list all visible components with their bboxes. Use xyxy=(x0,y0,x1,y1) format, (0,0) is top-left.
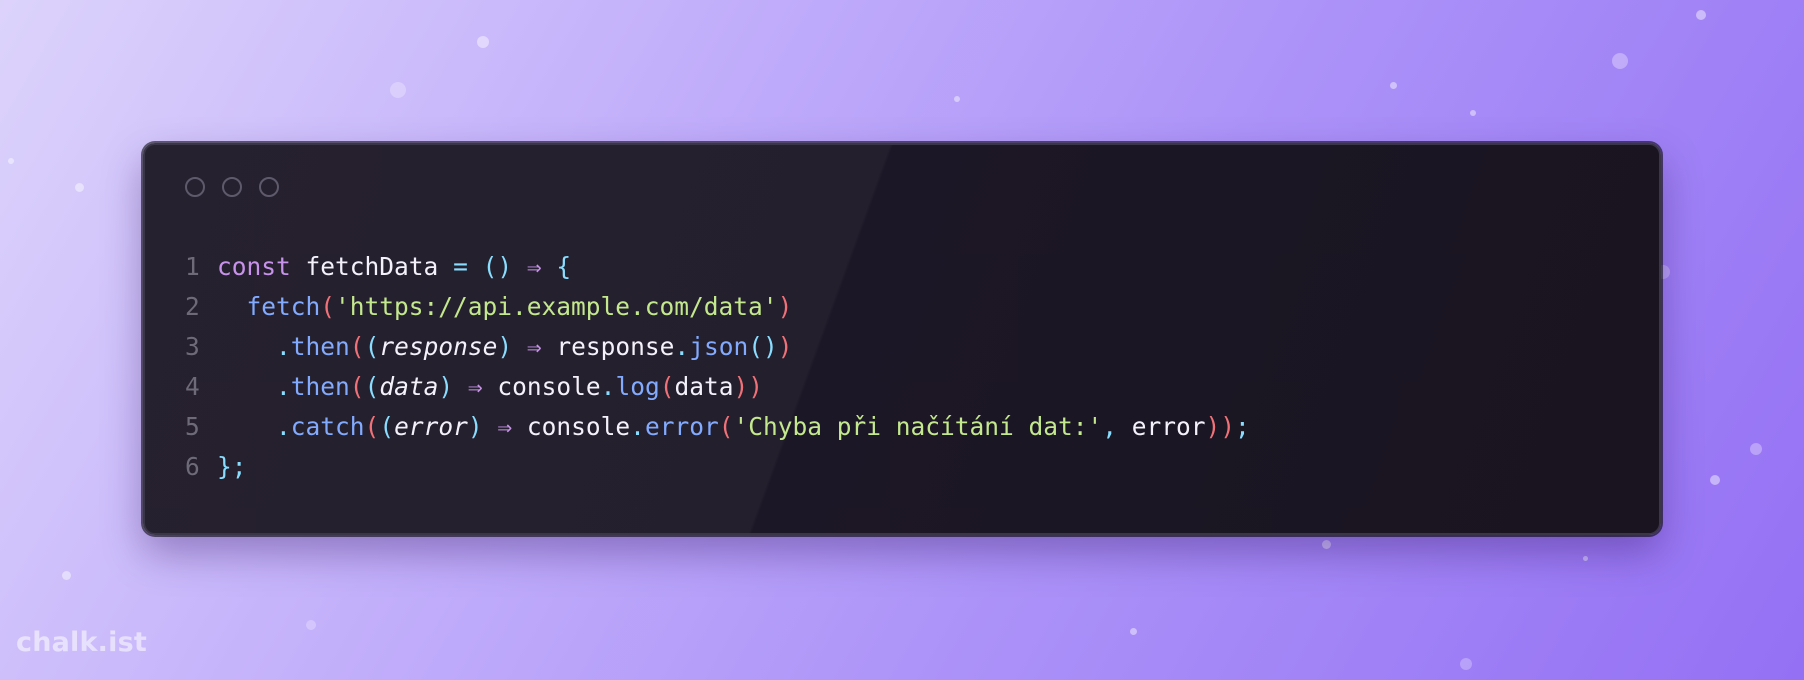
line-number: 1 xyxy=(185,252,200,281)
code-text: .catch((error) ⇒ console.error('Chyba př… xyxy=(215,407,1250,447)
code-token: error xyxy=(394,412,468,441)
code-token: ( xyxy=(364,372,380,401)
code-block[interactable]: 1 const fetchData = () ⇒ {2 fetch('https:… xyxy=(185,247,1250,487)
code-token: () xyxy=(748,332,778,361)
code-token: response xyxy=(556,332,675,361)
code-token: error xyxy=(644,412,719,441)
code-token: . xyxy=(630,412,645,441)
code-window: 1 const fetchData = () ⇒ {2 fetch('https:… xyxy=(143,143,1661,535)
code-token: const xyxy=(217,252,291,281)
code-token: fetchData xyxy=(305,252,439,281)
code-token: catch xyxy=(290,412,365,441)
code-token: data xyxy=(674,372,734,401)
code-token: then xyxy=(290,332,350,361)
line-number: 2 xyxy=(185,292,200,321)
code-token: . xyxy=(276,412,291,441)
code-token: ( xyxy=(379,412,395,441)
code-token: ( xyxy=(659,372,675,401)
code-token: ( xyxy=(320,292,336,321)
code-token: ⇒ xyxy=(526,252,542,281)
code-token: ) xyxy=(777,292,793,321)
code-line: 6}; xyxy=(185,447,1250,487)
code-token: then xyxy=(290,372,350,401)
code-token: log xyxy=(615,372,660,401)
code-line: 4 .then((data) ⇒ console.log(data)) xyxy=(185,367,1250,407)
code-token: fetch xyxy=(246,292,321,321)
code-token: , xyxy=(1102,412,1117,441)
code-token: )) xyxy=(1205,412,1236,441)
code-token: ) xyxy=(438,372,454,401)
code-token: . xyxy=(674,332,690,361)
code-token: ) xyxy=(497,332,513,361)
code-token: () xyxy=(482,252,513,281)
code-token: ( xyxy=(364,412,380,441)
code-token: ) xyxy=(467,412,483,441)
code-token: 'Chyba při načítání dat:' xyxy=(733,412,1103,441)
code-token: ; xyxy=(1235,412,1250,441)
code-token: ⇒ xyxy=(526,332,542,361)
code-token: ⇒ xyxy=(467,372,483,401)
code-token: data xyxy=(379,372,439,401)
code-token: . xyxy=(276,332,291,361)
code-token: ( xyxy=(364,332,380,361)
watermark: chalk.ist xyxy=(16,627,147,658)
code-token: response xyxy=(379,332,498,361)
line-number: 4 xyxy=(185,372,200,401)
code-line: 2 fetch('https://api.example.com/data') xyxy=(185,287,1250,327)
code-line: 3 .then((response) ⇒ response.json()) xyxy=(185,327,1250,367)
code-token: ⇒ xyxy=(497,412,513,441)
code-token: )) xyxy=(733,372,763,401)
code-token: }; xyxy=(217,452,247,481)
code-token: console xyxy=(526,412,631,441)
code-token: ( xyxy=(349,332,365,361)
code-text: }; xyxy=(215,447,247,487)
code-text: const fetchData = () ⇒ { xyxy=(215,247,571,287)
code-token: . xyxy=(276,372,291,401)
code-token: ) xyxy=(777,332,793,361)
line-number: 5 xyxy=(185,412,200,441)
window-control-dot-3 xyxy=(259,177,279,197)
window-control-dot-1 xyxy=(185,177,205,197)
code-token: error xyxy=(1117,412,1206,441)
code-text: .then((data) ⇒ console.log(data)) xyxy=(215,367,763,407)
code-text: fetch('https://api.example.com/data') xyxy=(215,287,793,327)
code-line: 5 .catch((error) ⇒ console.error('Chyba … xyxy=(185,407,1250,447)
code-token: ( xyxy=(349,372,365,401)
code-token: . xyxy=(600,372,616,401)
window-control-dot-2 xyxy=(222,177,242,197)
code-token: console xyxy=(497,372,601,401)
line-number: 6 xyxy=(185,452,200,481)
code-token: { xyxy=(556,252,572,281)
window-controls xyxy=(185,177,279,197)
code-token: json xyxy=(689,332,749,361)
code-token: ( xyxy=(718,412,734,441)
code-token: 'https://api.example.com/data' xyxy=(335,292,778,321)
line-number: 3 xyxy=(185,332,200,361)
code-line: 1 const fetchData = () ⇒ { xyxy=(185,247,1250,287)
code-token: = xyxy=(453,252,468,281)
code-text: .then((response) ⇒ response.json()) xyxy=(215,327,792,367)
